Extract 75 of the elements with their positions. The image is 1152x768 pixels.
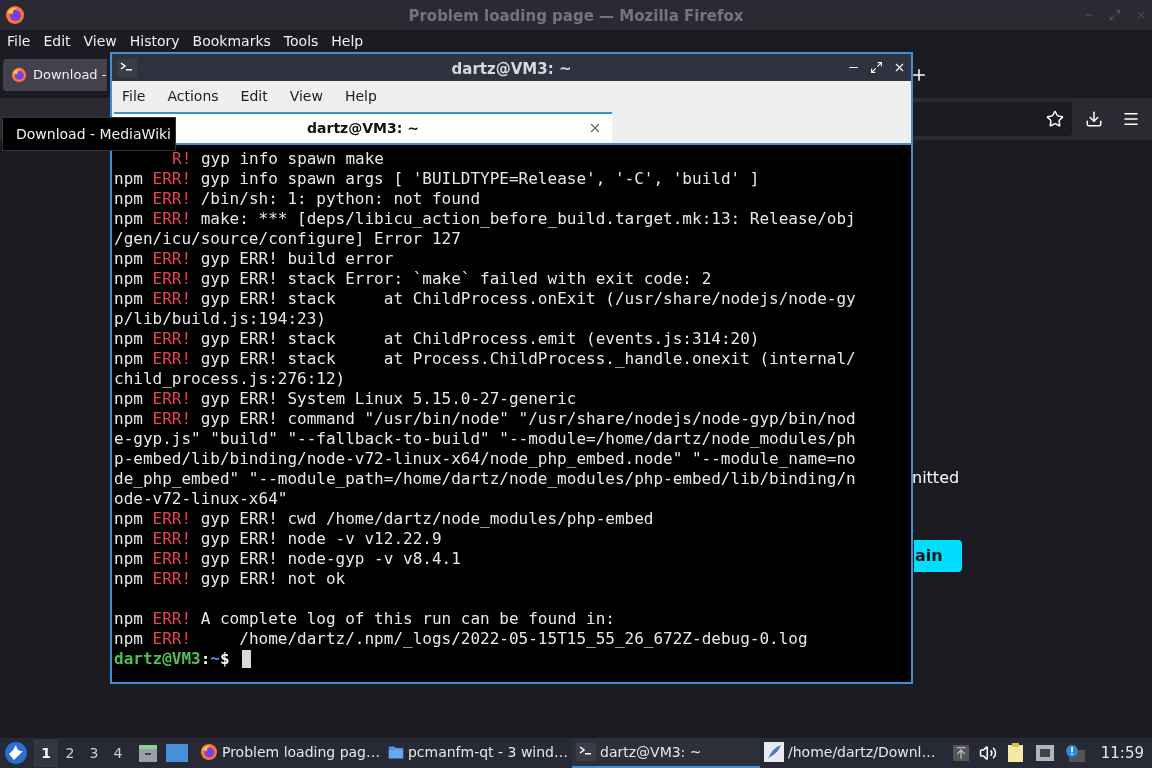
notification-icon[interactable]	[1064, 744, 1085, 762]
taskbar-task[interactable]: /home/dartz/Downl…	[760, 738, 948, 768]
terminal-line: /gen/icu/source/configure] Error 127	[114, 229, 461, 249]
network-icon[interactable]	[1034, 744, 1055, 762]
window-title: dartz@VM3: ~	[451, 59, 572, 80]
close-tab-icon[interactable]	[588, 121, 602, 135]
tooltip: Download - MediaWiki	[2, 117, 176, 151]
window-title: Problem loading page — Mozilla Firefox	[408, 6, 744, 27]
taskbar-task[interactable]: Problem loading pag…	[196, 738, 384, 768]
terminal-line: npm ERR! gyp ERR! command "/usr/bin/node" "/usr/share/nodejs/node-gyp/bin/nod	[114, 409, 856, 429]
terminal-line: npm ERR! gyp ERR! build error	[114, 249, 394, 269]
menu-item[interactable]: Edit	[240, 85, 268, 107]
clock: 11:59	[1100, 742, 1144, 764]
terminal-line: npm ERR! gyp ERR! node -v v12.22.9	[114, 529, 442, 549]
menu-item[interactable]: File	[122, 85, 146, 107]
tab-favicon-icon	[11, 67, 27, 83]
bookmark-star-icon[interactable]	[1046, 110, 1064, 128]
terminal-icon	[576, 743, 596, 761]
menu-item[interactable]: Help	[344, 85, 377, 107]
terminal-line: npm ERR! gyp ERR! node-gyp -v v8.4.1	[114, 549, 461, 569]
clipboard-icon[interactable]	[1006, 743, 1025, 763]
start-menu-icon[interactable]	[4, 741, 28, 765]
terminal-line: npm ERR! make: *** [deps/libicu_action_before_build.target.mk:13: Release/obj	[114, 209, 856, 229]
download-icon[interactable]	[1085, 110, 1103, 128]
terminal-line: R! gyp info spawn make	[172, 149, 384, 169]
menu-icon[interactable]	[1122, 110, 1140, 128]
menu-item[interactable]: Tools	[283, 30, 319, 52]
desktop-switch[interactable]: 1	[34, 739, 58, 767]
desktop-switch[interactable]: 3	[82, 739, 106, 767]
terminal-line: npm ERR! /bin/sh: 1: python: not found	[114, 189, 481, 209]
terminal-line: e-gyp.js" "build" "--fallback-to-build" "--module=/home/dartz/node_modules/ph	[114, 429, 856, 449]
retry-button[interactable]: ain	[914, 540, 962, 572]
new-tab-icon[interactable]	[910, 66, 928, 84]
eject-icon[interactable]	[952, 745, 969, 761]
terminal-line: de_php_embed" "--module_path=/home/dartz/node_modules/php-embed/lib/binding/n	[114, 469, 856, 489]
terminal-line: npm ERR! gyp ERR! cwd /home/dartz/node_modules/php-embed	[114, 509, 654, 529]
terminal-line: npm ERR! gyp ERR! System Linux 5.15.0-27-generic	[114, 389, 577, 409]
menu-item[interactable]: Actions	[167, 85, 219, 107]
desktop-switch[interactable]: 2	[58, 739, 82, 767]
taskbar-task[interactable]: pcmanfm-qt - 3 wind…	[384, 738, 572, 768]
browser-tab[interactable]: Download -	[3, 59, 107, 91]
terminal-line: npm ERR! A complete log of this run can be found in:	[114, 609, 615, 629]
url-bar[interactable]	[912, 102, 1072, 136]
terminal-line: ode-v72-linux-x64"	[114, 489, 288, 509]
terminal-line: child_process.js:276:12)	[114, 369, 346, 389]
terminal-line: npm ERR! gyp ERR! stack at ChildProcess.onExit (/usr/share/nodejs/node-gy	[114, 289, 856, 309]
firefox-icon	[5, 5, 25, 25]
menu-item[interactable]: File	[7, 30, 31, 52]
menu-item[interactable]: Help	[331, 30, 364, 52]
menu-item[interactable]: Edit	[43, 30, 71, 52]
page-text: nitted	[912, 467, 960, 486]
maximize-icon[interactable]	[870, 61, 883, 74]
terminal-line: npm ERR! gyp ERR! not ok	[114, 569, 346, 589]
terminal-line: npm ERR! gyp ERR! stack Error: `make` failed with exit code: 2	[114, 269, 712, 289]
menu-item[interactable]: Bookmarks	[192, 30, 271, 52]
close-icon[interactable]	[893, 61, 906, 74]
file-cabinet-icon[interactable]	[138, 743, 158, 763]
menu-item[interactable]: View	[83, 30, 117, 52]
taskbar-task[interactable]: dartz@VM3: ~	[572, 738, 760, 768]
terminal-line: p-embed/lib/binding/node-v72-linux-x64/node_php_embed.node" "--module_name=no	[114, 449, 856, 469]
folder-icon	[388, 743, 404, 761]
terminal-line: npm ERR! gyp ERR! stack at ChildProcess.emit (events.js:314:20)	[114, 329, 760, 349]
shell-prompt: dartz@VM3:~$	[114, 649, 230, 669]
text-cursor	[241, 650, 251, 668]
terminal-line: npm ERR! gyp ERR! stack at Process.ChildProcess._handle.onexit (internal/	[114, 349, 856, 369]
menu-item[interactable]: View	[289, 85, 323, 107]
terminal-line: npm ERR! /home/dartz/.npm/_logs/2022-05-15T15_55_26_672Z-debug-0.log	[114, 629, 808, 649]
terminal-line: p/lib/build.js:194:23)	[114, 309, 326, 329]
desktop-switch[interactable]: 4	[106, 739, 130, 767]
volume-icon[interactable]	[978, 744, 997, 762]
feather-icon	[764, 742, 784, 762]
menu-item[interactable]: History	[129, 30, 180, 52]
terminal-icon	[117, 58, 137, 77]
firefox-icon	[200, 742, 218, 762]
terminal-line: npm ERR! gyp info spawn args [ 'BUILDTYPE=Release', '-C', 'build' ]	[114, 169, 760, 189]
